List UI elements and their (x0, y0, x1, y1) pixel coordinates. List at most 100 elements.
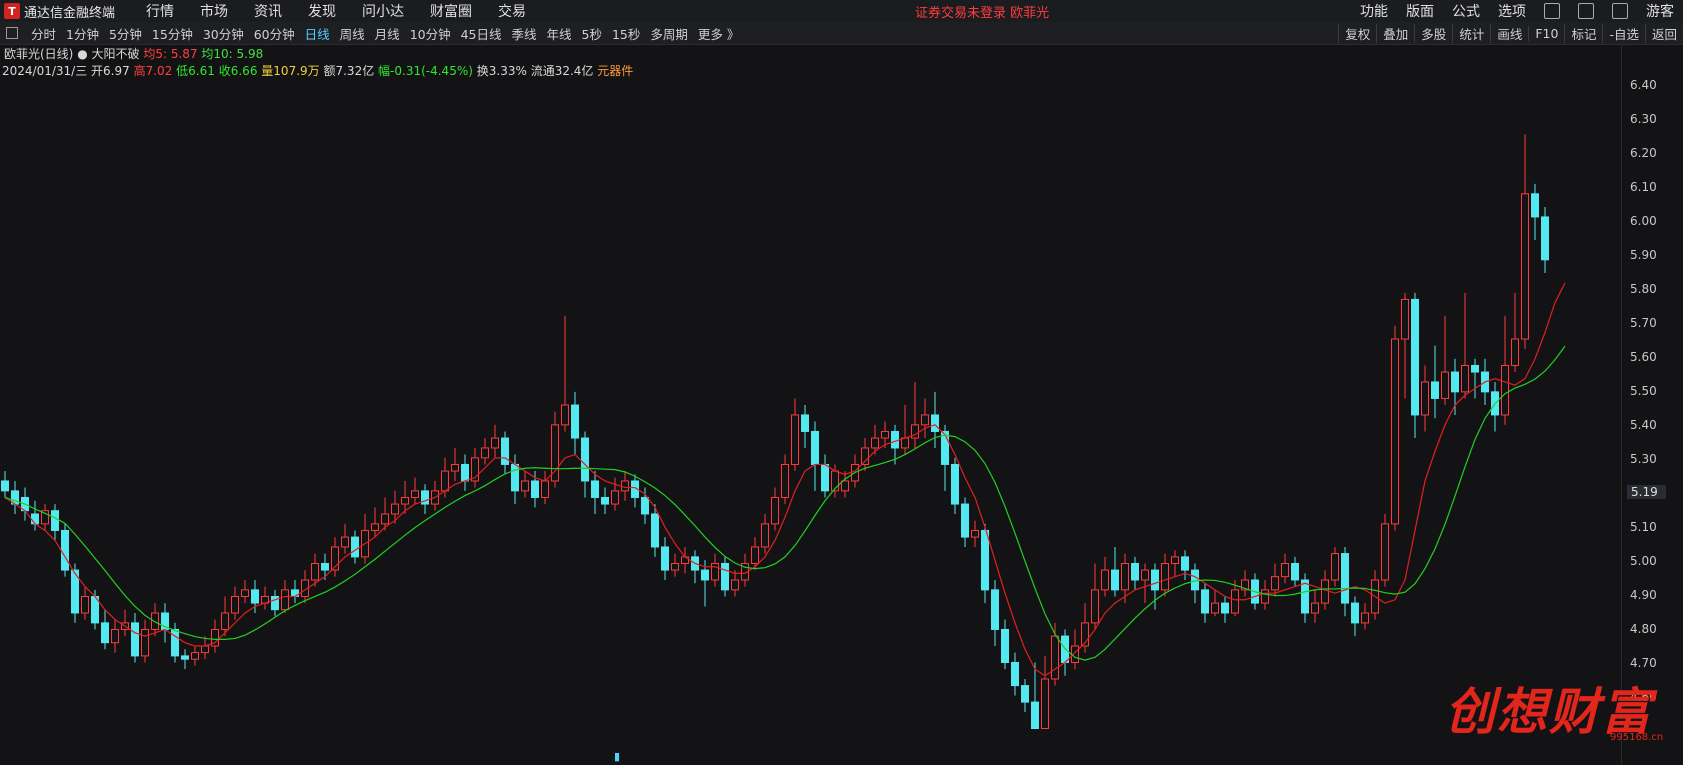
period-30min[interactable]: 30分钟 (198, 24, 249, 43)
menu-item-ask[interactable]: 问小达 (349, 1, 417, 21)
candle-body (881, 430, 889, 439)
window-icon[interactable] (1612, 3, 1628, 19)
candle-body (341, 536, 349, 548)
candle-body (761, 523, 769, 548)
tick-label: 6.40 (1630, 78, 1657, 92)
candle-body (1021, 685, 1029, 703)
candle-body (371, 523, 379, 531)
period-1min[interactable]: 1分钟 (61, 24, 104, 43)
menu-item-trade[interactable]: 交易 (485, 1, 539, 21)
chart-tools: 复权 叠加 多股 统计 画线 F10 标记 -自选 返回 (1338, 22, 1683, 44)
candle-body (1431, 381, 1439, 399)
login-notice[interactable]: 证券交易未登录 欧菲光 (915, 2, 1049, 21)
tool-draw[interactable]: 画线 (1490, 23, 1528, 43)
amount: 额7.32亿 (323, 64, 375, 78)
candle-body (1131, 562, 1139, 581)
candle-body (1511, 338, 1519, 366)
tool-remove-watch[interactable]: -自选 (1602, 23, 1645, 43)
period-more[interactable]: 更多 》 (693, 24, 744, 43)
candle-body (141, 628, 149, 657)
close-price: 收6.66 (218, 64, 258, 78)
period-monthly[interactable]: 月线 (370, 24, 405, 43)
menu-item-market[interactable]: 市场 (187, 1, 241, 21)
candle-body (871, 437, 879, 449)
panel-toggle-icon[interactable] (6, 27, 18, 39)
menu-function[interactable]: 功能 (1351, 1, 1397, 21)
candle-body (1531, 193, 1539, 218)
period-60min[interactable]: 60分钟 (249, 24, 300, 43)
tool-f10[interactable]: F10 (1528, 25, 1564, 41)
candle-body (931, 414, 939, 432)
candle-body (1141, 569, 1149, 581)
candlestick-chart[interactable] (0, 45, 1621, 765)
indicator-name[interactable]: ● 大阳不破 (77, 47, 139, 61)
candle-body (791, 414, 799, 465)
tool-mark[interactable]: 标记 (1564, 23, 1602, 43)
candle-body (1321, 579, 1329, 604)
menu-options[interactable]: 选项 (1489, 1, 1535, 21)
period-45day[interactable]: 45日线 (456, 24, 507, 43)
menu-item-news[interactable]: 资讯 (241, 1, 295, 21)
phone-icon[interactable] (1578, 3, 1594, 19)
candle-body (81, 595, 89, 614)
candle-body (891, 430, 899, 449)
candle-body (711, 562, 719, 581)
app-title: 通达信金融终端 (24, 5, 116, 21)
period-quarter[interactable]: 季线 (507, 24, 542, 43)
menu-item-discover[interactable]: 发现 (295, 1, 349, 21)
candle-body (1151, 569, 1159, 591)
period-15sec[interactable]: 15秒 (607, 24, 645, 43)
tool-stats[interactable]: 统计 (1452, 23, 1490, 43)
watermark-url: 995168.cn (1610, 732, 1664, 743)
candle-body (311, 562, 319, 581)
candle-body (721, 562, 729, 591)
period-5sec[interactable]: 5秒 (577, 24, 607, 43)
period-weekly[interactable]: 周线 (335, 24, 370, 43)
candle-body (191, 652, 199, 660)
candle-body (1271, 576, 1279, 591)
tool-overlay[interactable]: 叠加 (1376, 23, 1414, 43)
tick-label: 6.20 (1630, 146, 1657, 160)
tool-multi-stock[interactable]: 多股 (1414, 23, 1452, 43)
refresh-icon[interactable] (1544, 3, 1560, 19)
tick-label: 4.80 (1630, 622, 1657, 636)
bar-date: 2024/01/31/三 (2, 64, 88, 78)
period-15min[interactable]: 15分钟 (147, 24, 198, 43)
candle-body (801, 414, 809, 432)
period-toolbar: 分时 1分钟 5分钟 15分钟 30分钟 60分钟 日线 周线 月线 10分钟 … (0, 22, 1683, 45)
period-10min[interactable]: 10分钟 (405, 24, 456, 43)
menu-layout[interactable]: 版面 (1397, 1, 1443, 21)
candle-body (1191, 569, 1199, 591)
candle-body (231, 595, 239, 614)
menu-item-quotes[interactable]: 行情 (133, 1, 187, 21)
candle-body (841, 480, 849, 492)
candle-body (411, 490, 419, 498)
guest-label[interactable]: 游客 (1637, 1, 1683, 21)
sector[interactable]: 元器件 (597, 64, 633, 78)
period-multi[interactable]: 多周期 (645, 24, 693, 43)
menu-formula[interactable]: 公式 (1443, 1, 1489, 21)
candle-body (1181, 556, 1189, 571)
candle-body (1381, 523, 1389, 581)
candle-body (641, 496, 649, 515)
candle-body (561, 404, 569, 426)
candle-body (541, 480, 549, 498)
menu-item-wealth[interactable]: 财富圈 (417, 1, 485, 21)
volume: 量107.9万 (261, 64, 320, 78)
period-year[interactable]: 年线 (542, 24, 577, 43)
scroll-handle[interactable]: ▮ (614, 750, 620, 763)
period-tick[interactable]: 分时 (26, 24, 61, 43)
tool-back[interactable]: 返回 (1644, 23, 1683, 43)
candle-body (781, 463, 789, 498)
candle-body (611, 490, 619, 505)
candle-body (1111, 569, 1119, 591)
candle-body (961, 503, 969, 538)
period-daily[interactable]: 日线 (300, 24, 335, 43)
candle-body (821, 463, 829, 492)
candle-body (401, 496, 409, 505)
change: 幅-0.31(-4.45%) (378, 64, 473, 78)
tool-adjust[interactable]: 复权 (1338, 23, 1376, 43)
candle-body (671, 562, 679, 571)
period-5min[interactable]: 5分钟 (104, 24, 147, 43)
candle-body (531, 480, 539, 498)
